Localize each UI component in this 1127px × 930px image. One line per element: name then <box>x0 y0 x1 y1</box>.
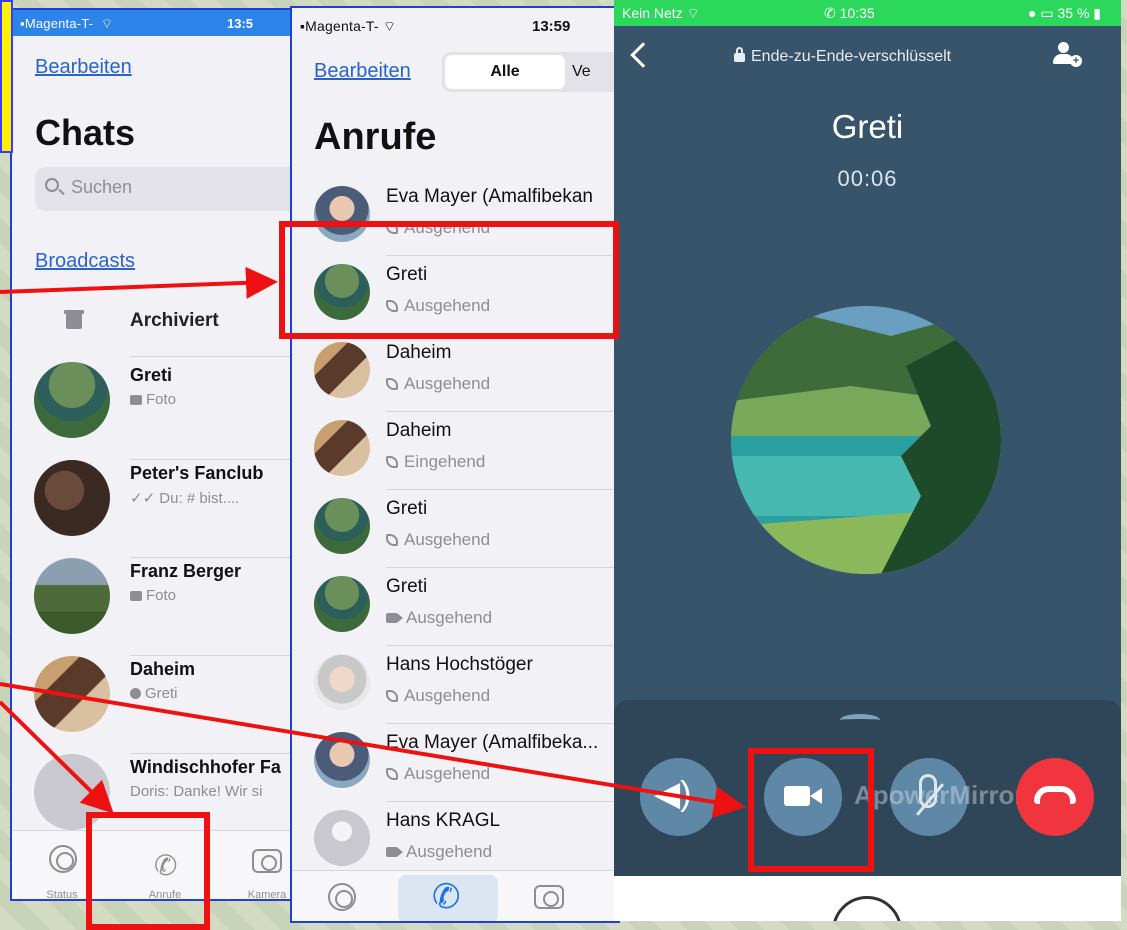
annotation-arrows <box>0 266 746 818</box>
